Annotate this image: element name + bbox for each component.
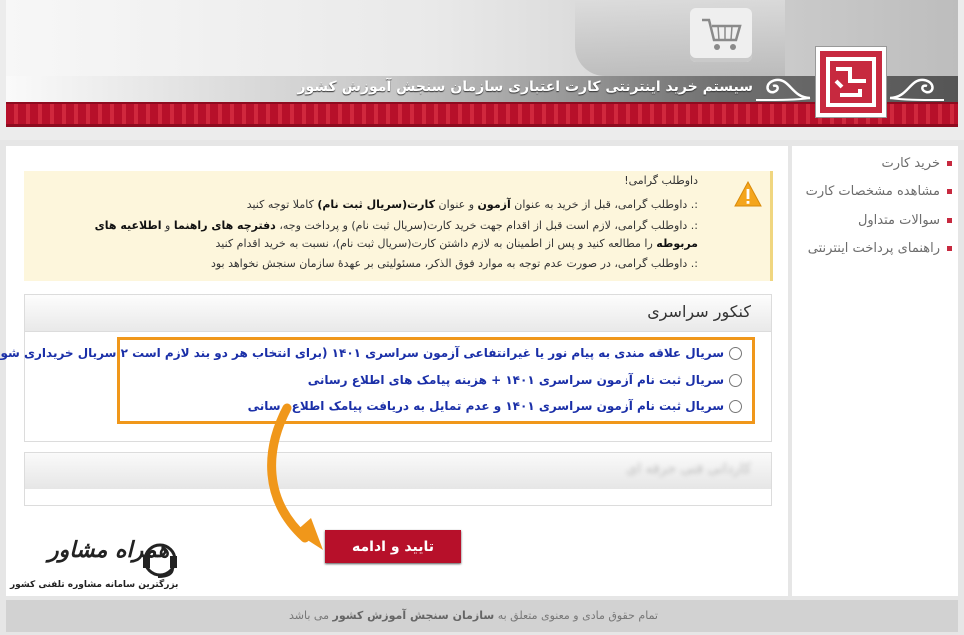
notice-line-4: :. داوطلب گرامی، در صورت عدم توجه به موا… <box>210 257 698 270</box>
secondary-panel-title: کاردانی فنی حرفه ای <box>626 461 751 477</box>
radio-icon[interactable] <box>729 374 742 387</box>
sidebar-item-view-card[interactable]: مشاهده مشخصات کارت <box>806 184 952 199</box>
sidebar: خرید کارت مشاهده مشخصات کارت سوالات متدا… <box>792 146 958 596</box>
cart-icon <box>690 8 752 62</box>
sidebar-item-payment-guide[interactable]: راهنمای پرداخت اینترنتی <box>808 241 952 256</box>
option-with-sms[interactable]: سریال ثبت نام آزمون سراسری ۱۴۰۱ + هزینه … <box>308 373 742 387</box>
radio-icon[interactable] <box>729 347 742 360</box>
exam-panel-header: کنکور سراسری <box>25 295 771 332</box>
bullet-icon <box>947 189 952 194</box>
watermark-name: همراه مشاور <box>48 538 170 563</box>
bullet-icon <box>947 161 952 166</box>
notice-greeting: داوطلب گرامی! <box>624 174 698 187</box>
bullet-icon <box>947 218 952 223</box>
watermark-logo: همراه مشاور بزرگترین سامانه مشاوره تلفنی… <box>8 538 188 598</box>
sidebar-item-faq[interactable]: سوالات متداول <box>858 213 952 228</box>
secondary-panel-header: کاردانی فنی حرفه ای <box>25 453 771 489</box>
radio-icon[interactable] <box>729 400 742 413</box>
exam-title: کنکور سراسری <box>647 302 751 321</box>
notice-line-3: مربوطه را مطالعه کنید و پس از اطمینان به… <box>215 237 698 250</box>
page-title: سیستم خرید اینترنتی کارت اعتباری سازمان … <box>297 79 753 95</box>
page: سیستم خرید اینترنتی کارت اعتباری سازمان … <box>0 0 964 635</box>
watermark-tagline: بزرگترین سامانه مشاوره تلفنی کشور <box>10 580 179 590</box>
option-payam-noor[interactable]: سریال علاقه مندی به پیام نور یا غیرانتفا… <box>0 346 742 360</box>
warning-icon <box>734 181 762 207</box>
footer: تمام حقوق مادی و معنوی متعلق به سازمان س… <box>6 600 958 632</box>
confirm-continue-button[interactable]: تایید و ادامه <box>325 530 461 563</box>
secondary-panel: کاردانی فنی حرفه ای <box>24 452 772 506</box>
sidebar-item-buy-card[interactable]: خرید کارت <box>882 156 952 171</box>
header: سیستم خرید اینترنتی کارت اعتباری سازمان … <box>0 0 964 140</box>
notice-line-2: :. داوطلب گرامی، لازم است قبل از اقدام ج… <box>94 219 698 232</box>
ornament-left-icon <box>755 78 811 101</box>
logo <box>815 46 887 118</box>
keyboard-art <box>575 0 785 76</box>
notice-box: داوطلب گرامی! :. داوطلب گرامی، قبل از خر… <box>24 171 773 281</box>
bullet-icon <box>947 246 952 251</box>
ornament-right-icon <box>889 78 945 101</box>
footer-text: تمام حقوق مادی و معنوی متعلق به سازمان س… <box>289 609 658 622</box>
notice-line-1: :. داوطلب گرامی، قبل از خرید به عنوان آز… <box>246 198 698 211</box>
